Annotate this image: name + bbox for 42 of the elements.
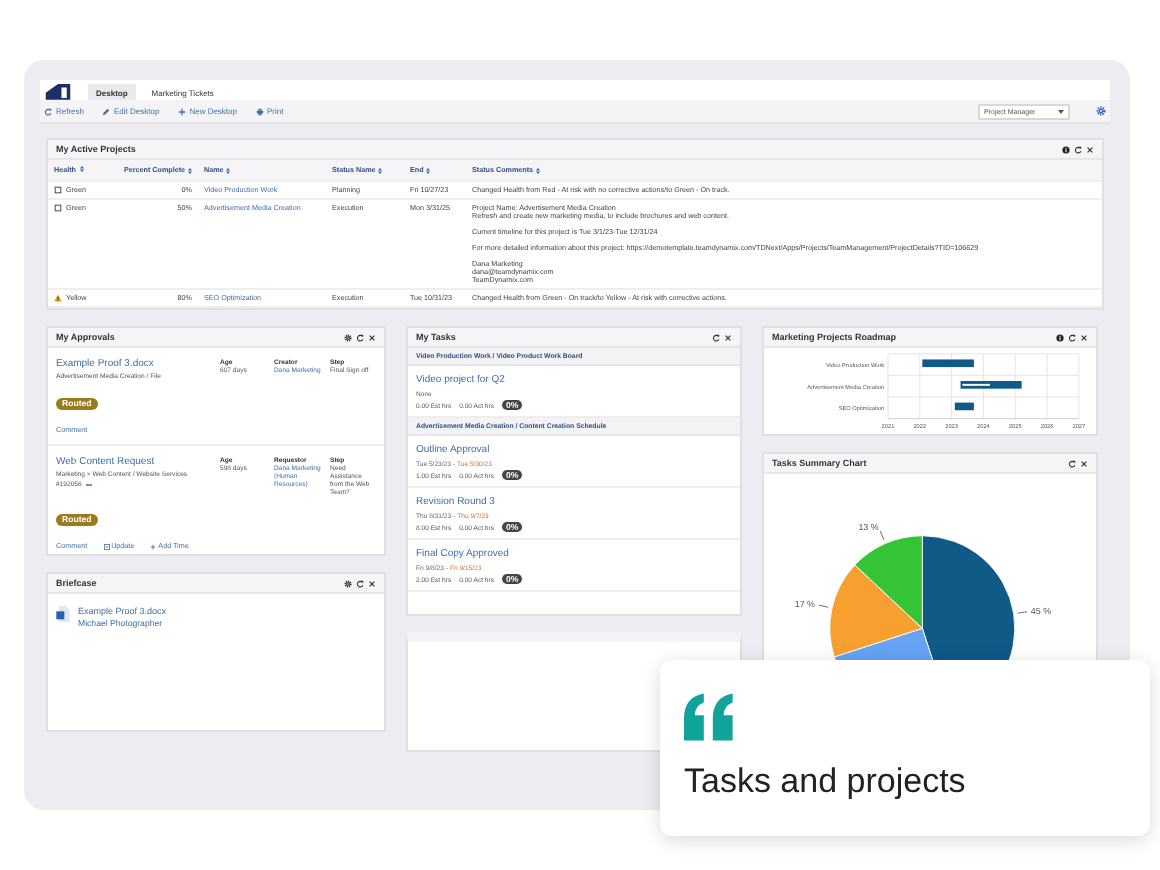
sort-icon[interactable] xyxy=(535,167,540,173)
edit-box-icon xyxy=(103,543,110,549)
sort-icon[interactable] xyxy=(187,167,192,173)
refresh-icon[interactable] xyxy=(1068,333,1076,341)
refresh-icon xyxy=(44,107,52,115)
timeline-bar xyxy=(954,402,974,411)
pencil-icon xyxy=(102,107,111,115)
printer-icon xyxy=(255,107,263,115)
callout-text: Tasks and projects xyxy=(684,762,966,802)
close-icon[interactable] xyxy=(1086,145,1094,153)
leader-line xyxy=(1017,611,1028,614)
sort-icon[interactable] xyxy=(225,167,230,173)
refresh-icon[interactable] xyxy=(356,333,364,341)
close-icon[interactable] xyxy=(368,333,376,341)
sort-icon[interactable] xyxy=(377,167,382,173)
refresh-icon[interactable] xyxy=(356,579,364,587)
sort-icon[interactable] xyxy=(425,167,430,173)
refresh-icon[interactable] xyxy=(712,333,720,341)
quote-icon xyxy=(684,692,738,742)
info-icon[interactable] xyxy=(1062,145,1070,153)
caret-icon[interactable] xyxy=(1058,109,1064,113)
warning-icon xyxy=(54,294,62,302)
gear-icon[interactable] xyxy=(344,333,352,341)
close-icon[interactable] xyxy=(368,579,376,587)
square-icon xyxy=(54,204,62,212)
document-icon xyxy=(56,606,70,622)
gear-icon[interactable] xyxy=(344,579,352,587)
square-icon xyxy=(54,186,62,194)
timeline-bar xyxy=(960,381,1022,389)
plus-icon xyxy=(150,543,157,549)
leader-line xyxy=(818,604,829,608)
close-icon[interactable] xyxy=(724,333,732,341)
leader-line xyxy=(879,530,885,541)
refresh-icon[interactable] xyxy=(1074,145,1082,153)
timeline-bar xyxy=(922,359,974,368)
sort-icon[interactable] xyxy=(79,166,84,172)
refresh-icon[interactable] xyxy=(1068,459,1076,467)
close-icon[interactable] xyxy=(1080,459,1088,467)
close-icon[interactable] xyxy=(1080,333,1088,341)
info-icon[interactable] xyxy=(1056,333,1064,341)
settings-icon[interactable] xyxy=(1096,106,1106,116)
plus-icon xyxy=(177,107,186,115)
